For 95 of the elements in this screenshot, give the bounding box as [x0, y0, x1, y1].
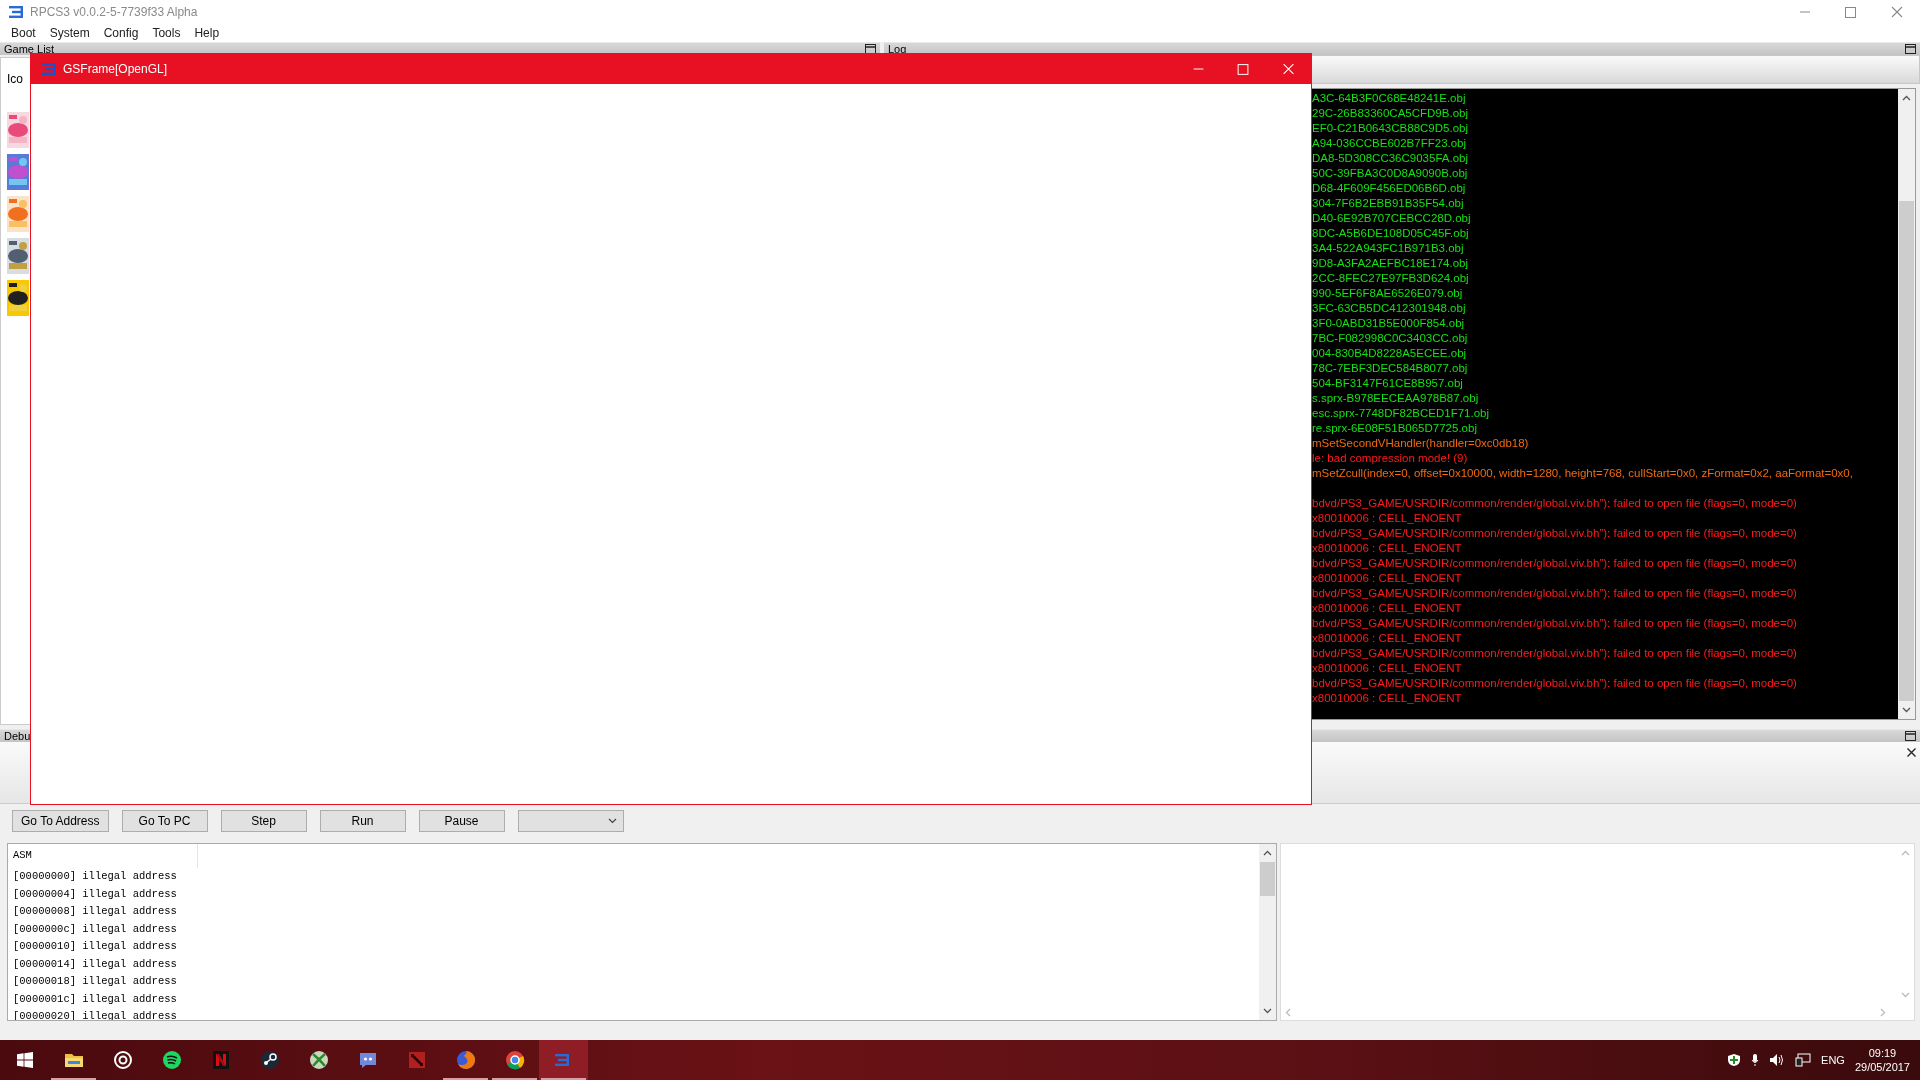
column-header[interactable]: Ico — [7, 70, 23, 88]
log-line: le: bad compression mode! (9) — [1312, 451, 1468, 466]
scrollbar-thumb[interactable] — [1899, 201, 1914, 701]
debug-button[interactable]: Run — [319, 810, 406, 832]
log-line: x80010006 : CELL_ENOENT — [1312, 601, 1462, 616]
log-line: 2CC-8FEC27E97FB3D624.obj — [1312, 271, 1469, 286]
dock-title: Debu — [4, 730, 31, 742]
log-line: s.sprx-B978EECEAA978B87.obj — [1312, 391, 1479, 406]
debug-button[interactable]: Go To Address — [12, 810, 109, 832]
asm-row-text: [00000014] illegal address — [12, 956, 177, 972]
language-indicator[interactable]: ENG — [1821, 1051, 1845, 1069]
debug-button[interactable]: Pause — [418, 810, 505, 832]
asm-row-text: [00000018] illegal address — [12, 974, 177, 989]
asm-row-text: [00000000] illegal address — [12, 869, 177, 884]
clock-date[interactable]: 29/05/2017 — [1854, 1060, 1910, 1074]
log-line: 50C-39FBA3C0D8A9090B.obj — [1312, 166, 1468, 181]
column-header[interactable]: ASM — [8, 844, 198, 868]
float-icon[interactable] — [865, 44, 876, 54]
debug-button[interactable]: Step — [220, 810, 307, 832]
log-line: 7BC-F082998C0C3403CC.obj — [1312, 331, 1468, 346]
log-line: x80010006 : CELL_ENOENT — [1312, 511, 1462, 526]
log-line: A3C-64B3F0C68E48241E.obj — [1312, 91, 1466, 106]
sphere-icon — [308, 1050, 329, 1070]
shield-icon[interactable] — [1727, 1053, 1742, 1067]
window-title: RPCS3 v0.0.2-5-7739f33 Alpha — [30, 4, 198, 21]
log-line: esc.sprx-7748DF82BCED1F71.obj — [1312, 406, 1490, 421]
caret-icon — [607, 818, 617, 824]
asm-row-text: [00000010] illegal address — [12, 939, 177, 954]
globe-icon — [455, 1050, 476, 1070]
log-line: 3A4-522A943FC1B971B3.obj — [1312, 241, 1464, 256]
log-line: 504-BF3147F61CE8B957.obj — [1312, 376, 1463, 391]
log-line: D68-4F609F456ED06B6D.obj — [1312, 181, 1466, 196]
log-line: re.sprx-6E08F51B065D7725.obj — [1312, 421, 1477, 436]
menu-item[interactable]: Config — [96, 23, 146, 43]
debug-button[interactable]: Go To PC — [121, 810, 208, 832]
network-icon[interactable] — [1795, 1053, 1812, 1067]
chat-bubble-icon — [357, 1050, 378, 1070]
clock-time[interactable]: 09:19 — [1854, 1046, 1910, 1060]
wheel-icon — [504, 1050, 525, 1070]
log-line: A94-036CCBE602B7FF23.obj — [1312, 136, 1467, 151]
scroll-down-icon[interactable] — [1902, 707, 1911, 713]
microphone-icon[interactable] — [1751, 1053, 1760, 1067]
log-line: bdvd/PS3_GAME/USRDIR/common/render/global.viv.bh”): failed to open file (flags=0, mode=0) — [1312, 556, 1797, 571]
log-line: EF0-C21B0643CB88C9D5.obj — [1312, 121, 1468, 136]
log-line: 004-830B4D8228A5ECEE.obj — [1312, 346, 1467, 361]
log-line: 9D8-A3FA2AEFBC18E174.obj — [1312, 256, 1468, 271]
asm-row-text: [0000001c] illegal address — [12, 991, 177, 1007]
asm-row-text: [00000008] illegal address — [12, 904, 177, 919]
log-line: x80010006 : CELL_ENOENT — [1312, 631, 1462, 646]
log-line: mSetZcull(index=0, offset=0x10000, width=1280, height=768, cullStart=0x0, zFormat=0x2, aaFormat=0x0, — [1312, 466, 1853, 481]
close-icon[interactable] — [1907, 748, 1916, 757]
emblem-icon — [406, 1050, 427, 1070]
log-line: 3FC-63CB5DC412301948.obj — [1312, 301, 1466, 316]
scrollbar-thumb[interactable] — [1260, 862, 1275, 896]
log-line: bdvd/PS3_GAME/USRDIR/common/render/global.viv.bh”): failed to open file (flags=0, mode=0) — [1312, 496, 1797, 511]
app-logo-icon — [8, 5, 24, 19]
log-line: bdvd/PS3_GAME/USRDIR/common/render/global.viv.bh”): failed to open file (flags=0, mode=0) — [1312, 646, 1797, 661]
float-icon[interactable] — [1905, 731, 1916, 741]
log-line: bdvd/PS3_GAME/USRDIR/common/render/global.viv.bh”): failed to open file (flags=0, mode=0) — [1312, 616, 1797, 631]
log-line: mSetSecondVHandler(handler=0xc0db18) — [1312, 436, 1529, 451]
menu-item[interactable]: Tools — [145, 23, 188, 43]
asm-row-text: [0000000c] illegal address — [12, 921, 177, 937]
log-line: DA8-5D308CC36C9035FA.obj — [1312, 151, 1468, 166]
tile-icon — [210, 1050, 231, 1070]
log-line: 3F0-0ABD31B5E000F854.obj — [1312, 316, 1465, 331]
log-line: x80010006 : CELL_ENOENT — [1312, 541, 1462, 556]
scroll-up-icon[interactable] — [1902, 95, 1911, 101]
dropdown-field[interactable] — [517, 810, 624, 832]
log-line: D40-6E92B707CEBCC28D.obj — [1312, 211, 1471, 226]
log-line: 29C-26B83360CA5CFD9B.obj — [1312, 106, 1468, 121]
windows-icon — [16, 1052, 33, 1068]
dock-title: Game List — [4, 43, 55, 55]
sound-waves-icon — [161, 1050, 182, 1070]
log-line: bdvd/PS3_GAME/USRDIR/common/render/global.viv.bh”): failed to open file (flags=0, mode=0) — [1312, 676, 1797, 691]
log-line: bdvd/PS3_GAME/USRDIR/common/render/global.viv.bh”): failed to open file (flags=0, mode=0) — [1312, 526, 1797, 541]
log-line: bdvd/PS3_GAME/USRDIR/common/render/global.viv.bh”): failed to open file (flags=0, mode=0) — [1312, 586, 1797, 601]
target-icon — [112, 1050, 133, 1070]
log-line: x80010006 : CELL_ENOENT — [1312, 571, 1462, 586]
app-logo-icon — [41, 62, 57, 76]
log-line: 990-5EF6F8AE6526E079.obj — [1312, 286, 1463, 301]
window-title: GSFrame[OpenGL] — [63, 61, 168, 78]
menu-item[interactable]: System — [42, 23, 97, 43]
menu-item[interactable]: Help — [187, 23, 227, 43]
log-line: x80010006 : CELL_ENOENT — [1312, 691, 1462, 706]
scroll-up-icon[interactable] — [1263, 850, 1272, 856]
log-line: x80010006 : CELL_ENOENT — [1312, 661, 1462, 676]
scroll-down-icon[interactable] — [1263, 1008, 1272, 1014]
log-line: 8DC-A5B6DE108D05C45F.obj — [1312, 226, 1469, 241]
piston-icon — [259, 1050, 280, 1070]
log-line: 78C-7EBF3DEC584B8077.obj — [1312, 361, 1468, 376]
speaker-icon[interactable] — [1769, 1053, 1786, 1067]
float-icon[interactable] — [1905, 44, 1916, 54]
log-line: 304-7F6B2EBB91B35F54.obj — [1312, 196, 1464, 211]
menu-item[interactable]: Boot — [4, 23, 43, 43]
asm-row-text: [00000004] illegal address — [12, 886, 177, 902]
